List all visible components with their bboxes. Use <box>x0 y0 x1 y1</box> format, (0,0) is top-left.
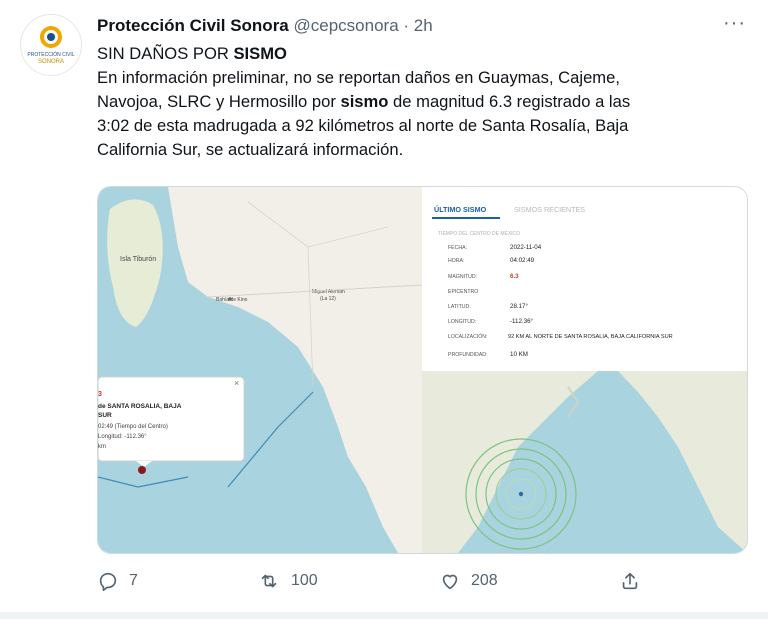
popup-line5: km <box>98 444 106 450</box>
popup-title: 3 <box>98 391 102 398</box>
retweet-icon <box>261 574 277 588</box>
share-icon <box>622 572 638 590</box>
author-handle[interactable]: @cepcsonora <box>294 16 399 35</box>
retweet-count: 100 <box>291 572 318 589</box>
reply-button[interactable]: 7 <box>97 570 138 592</box>
text-line1-bold: SISMO <box>233 44 287 63</box>
panel-row-label: EPICENTRO <box>448 289 478 295</box>
tweet-actions: 7 100 208 <box>97 570 657 596</box>
epicenter-marker-icon <box>138 466 146 474</box>
text-p2b: de magnitud 6.3 registrado a las <box>388 92 631 111</box>
panel-row-value: -112.36° <box>510 318 534 325</box>
tweet[interactable]: PROTECCIÓN CIVIL SONORA Protección Civil… <box>0 0 768 612</box>
reply-count: 7 <box>129 572 138 589</box>
popup-line3: 02:49 (Tiempo del Centro) <box>98 424 168 430</box>
panel-row-label: LATITUD: <box>448 304 471 310</box>
text-p4: California Sur, se actualizará informaci… <box>97 140 404 159</box>
popup-close-icon[interactable]: × <box>234 378 239 388</box>
timeline-divider <box>0 612 768 619</box>
panel-row-label: HORA: <box>448 258 464 264</box>
popup-line1: de SANTA ROSALIA, BAJA <box>98 403 182 410</box>
panel-row-label: PROFUNDIDAD: <box>448 352 487 358</box>
text-p3: 3:02 de esta madrugada a 92 kilómetros a… <box>97 116 629 135</box>
separator-dot: · <box>403 16 410 35</box>
panel-row-label: LONGITUD: <box>448 319 476 325</box>
panel-row-value: 92 KM AL NORTE DE SANTA ROSALIA, BAJA CA… <box>508 334 673 340</box>
panel-row-label: MAGNITUD: <box>448 274 477 280</box>
logo-text: PROTECCIÓN CIVIL <box>27 51 74 58</box>
avatar[interactable]: PROTECCIÓN CIVIL SONORA <box>20 14 82 76</box>
text-p1: En información preliminar, no se reporta… <box>97 68 620 87</box>
tweet-media[interactable]: Isla Tiburón Bahía de Kino Miguel Alemán… <box>97 186 748 554</box>
map-popup[interactable]: 3 de SANTA ROSALIA, BAJA SUR 02:49 (Tiem… <box>98 376 245 467</box>
panel-row-label: FECHA: <box>448 245 467 251</box>
map-label-island: Isla Tiburón <box>120 256 156 263</box>
popup-line4: Longitud: -112.36° <box>98 434 147 440</box>
panel-row-value: 2022-11-04 <box>510 244 542 251</box>
popup-line2: SUR <box>98 412 112 419</box>
more-options-icon[interactable]: ··· <box>723 12 746 35</box>
panel-row-value: 10 KM <box>510 351 528 358</box>
tab-sismos-recientes[interactable]: SISMOS RECIENTES <box>514 205 585 214</box>
text-p2-bold: sismo <box>340 92 389 111</box>
map-label-town1: Bahía de Kino <box>216 297 248 303</box>
tab-active-underline <box>432 217 500 219</box>
panel-subtitle: TIEMPO DEL CENTRO DE MÉXICO <box>438 230 520 237</box>
logo-text-sub: SONORA <box>38 59 64 65</box>
tweet-time[interactable]: 2h <box>414 16 433 35</box>
like-button[interactable]: 208 <box>439 570 498 592</box>
panel-row-value: 04:02:49 <box>510 257 535 264</box>
tweet-text: SIN DAÑOS POR SISMO En información preli… <box>97 42 737 162</box>
like-count: 208 <box>471 572 498 589</box>
tab-ultimo-sismo[interactable]: ÚLTIMO SISMO <box>434 205 487 214</box>
panel-row-value: 28.17° <box>510 303 528 310</box>
text-line1-prefix: SIN DAÑOS POR <box>97 44 234 63</box>
tweet-header: Protección Civil Sonora @cepcsonora · 2h <box>97 16 748 40</box>
author-name[interactable]: Protección Civil Sonora <box>97 16 289 35</box>
heart-icon <box>442 574 458 590</box>
panel-row-label: LOCALIZACIÓN: <box>448 333 488 340</box>
reply-icon <box>99 572 117 591</box>
retweet-button[interactable]: 100 <box>257 570 318 592</box>
panel-row-value: 6.3 <box>510 273 519 280</box>
text-p2a: Navojoa, SLRC y Hermosillo por <box>97 92 341 111</box>
map-label-town2-sub: (La 12) <box>320 296 336 302</box>
share-button[interactable] <box>619 570 641 592</box>
